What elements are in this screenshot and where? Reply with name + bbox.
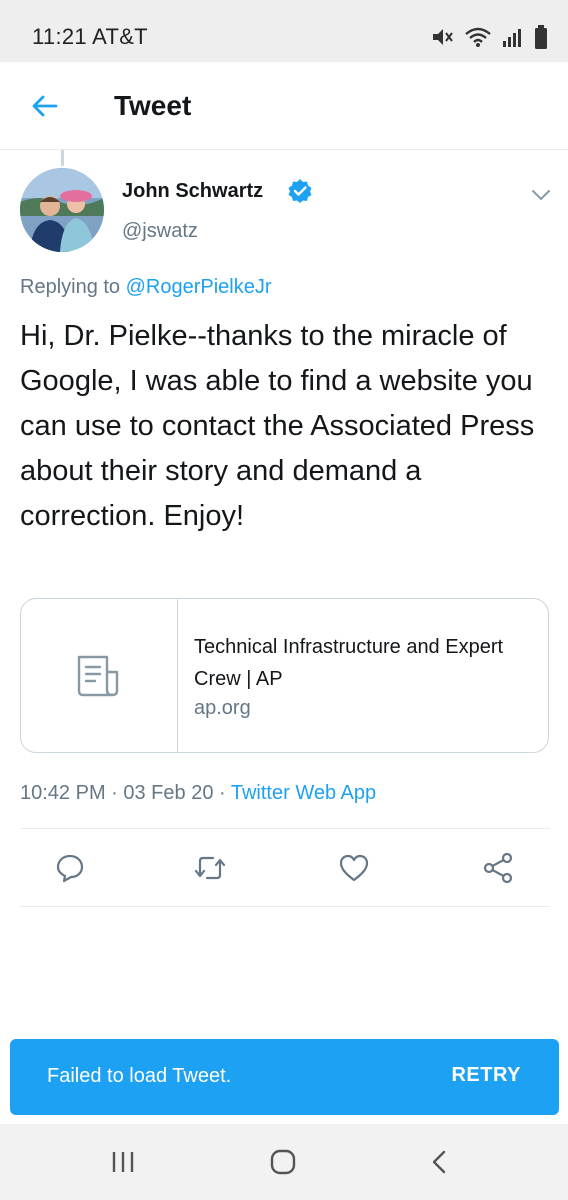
arrow-left-icon (32, 95, 58, 117)
share-icon (483, 852, 513, 884)
tweet-source-link[interactable]: Twitter Web App (231, 782, 376, 804)
thread-connector (61, 150, 64, 166)
retweet-icon (194, 856, 226, 880)
like-button[interactable] (332, 846, 376, 890)
reply-icon (56, 854, 84, 883)
reply-prefix: Replying to (20, 276, 121, 298)
wifi-icon (464, 26, 492, 48)
back-nav-icon (432, 1150, 446, 1174)
divider (20, 906, 550, 907)
card-thumbnail (21, 599, 178, 752)
snackbar-message: Failed to load Tweet. (47, 1065, 232, 1087)
battery-icon (534, 25, 548, 49)
like-icon (339, 854, 369, 882)
recent-apps-icon (112, 1152, 134, 1172)
tweet-timestamp: 10:42 PM · 03 Feb 20 · (20, 782, 231, 804)
signal-icon (502, 27, 524, 47)
system-nav-bar (0, 1124, 568, 1200)
clock: 11:21 (32, 24, 87, 49)
reply-button[interactable] (48, 846, 92, 890)
author-name[interactable]: John Schwartz (122, 180, 263, 203)
card-title: Technical Infrastructure and Expert Crew… (194, 636, 504, 690)
verified-badge-icon (287, 178, 313, 204)
link-card[interactable]: Technical Infrastructure and Expert Crew… (20, 598, 549, 753)
mute-icon (430, 26, 454, 48)
error-snackbar: Failed to load Tweet. RETRY (10, 1039, 559, 1115)
divider (20, 828, 550, 829)
status-bar: 11:21 AT&T (0, 0, 568, 62)
tweet-meta: 10:42 PM · 03 Feb 20 · Twitter Web App (20, 782, 376, 805)
status-icons (430, 24, 548, 50)
reply-to-link[interactable]: @RogerPielkeJr (126, 276, 272, 298)
status-time: 11:21 AT&T (32, 24, 148, 50)
card-domain: ap.org (194, 697, 251, 719)
home-button[interactable] (258, 1140, 308, 1184)
author-handle[interactable]: @jswatz (122, 220, 198, 243)
carrier: AT&T (92, 24, 148, 49)
retry-button[interactable]: RETRY (451, 1064, 521, 1087)
recent-apps-button[interactable] (98, 1140, 148, 1184)
reply-context: Replying to @RogerPielkeJr (20, 276, 272, 299)
chevron-down-icon (532, 190, 550, 201)
back-nav-button[interactable] (414, 1140, 464, 1184)
app-header: Tweet (0, 62, 568, 150)
avatar[interactable] (20, 168, 104, 252)
share-button[interactable] (476, 846, 520, 890)
back-button[interactable] (20, 84, 68, 128)
home-icon (270, 1149, 296, 1175)
retweet-button[interactable] (188, 846, 232, 890)
tweet-menu-button[interactable] (526, 180, 556, 210)
document-icon (77, 655, 119, 696)
page-title: Tweet (114, 90, 192, 121)
tweet-text: Hi, Dr. Pielke--thanks to the miracle of… (20, 320, 535, 532)
